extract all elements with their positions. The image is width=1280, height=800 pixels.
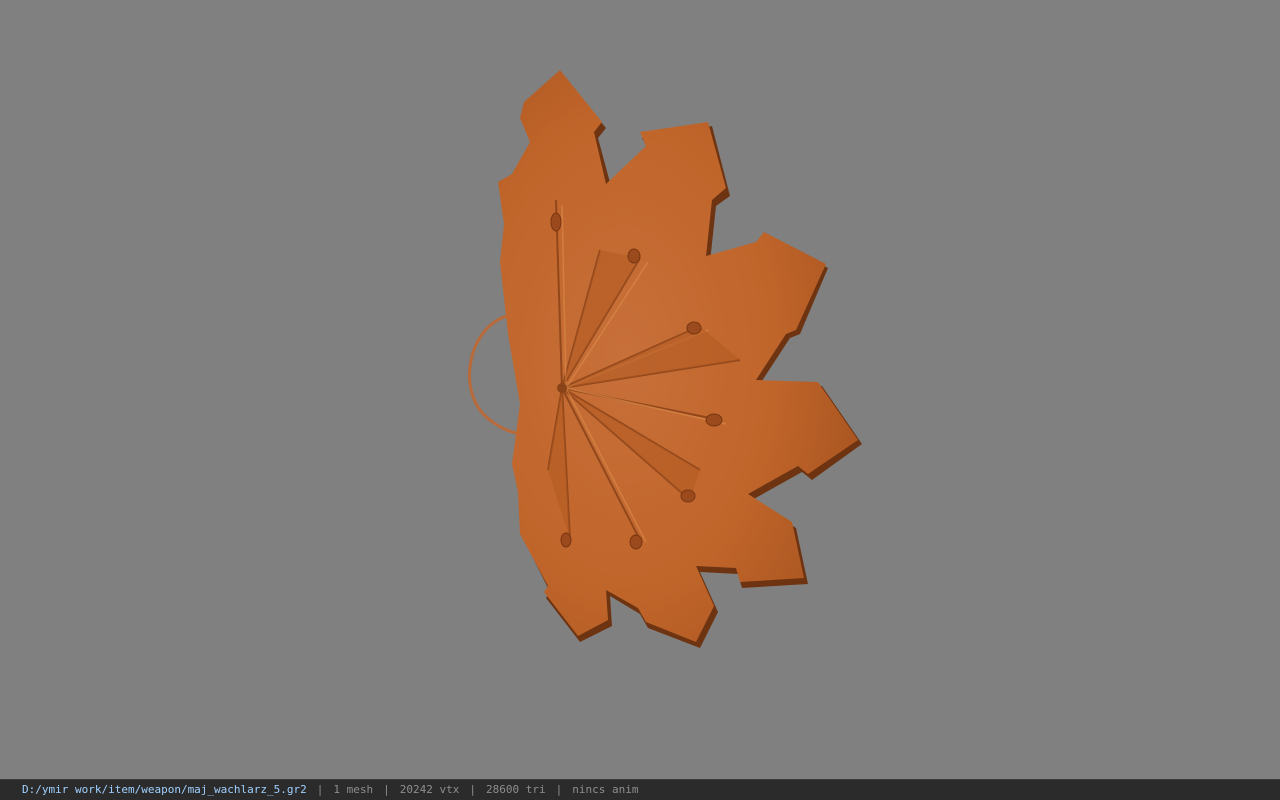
animation-info: nincs anim — [572, 783, 639, 796]
separator: | — [316, 783, 324, 796]
vertex-count: 20242 vtx — [399, 783, 460, 796]
status-bar: D:/ymir work/item/weapon/maj_wachlarz_5.… — [0, 779, 1280, 800]
triangle-count: 28600 tri — [486, 783, 546, 796]
fan-hub — [557, 383, 567, 393]
3d-viewport[interactable] — [0, 0, 1280, 779]
separator: | — [469, 783, 477, 796]
separator: | — [383, 783, 390, 796]
separator: | — [555, 783, 563, 796]
fan-weapon-model[interactable] — [0, 0, 1280, 779]
file-path: D:/ymir work/item/weapon/maj_wachlarz_5.… — [22, 783, 307, 796]
mesh-count: 1 mesh — [333, 783, 374, 796]
